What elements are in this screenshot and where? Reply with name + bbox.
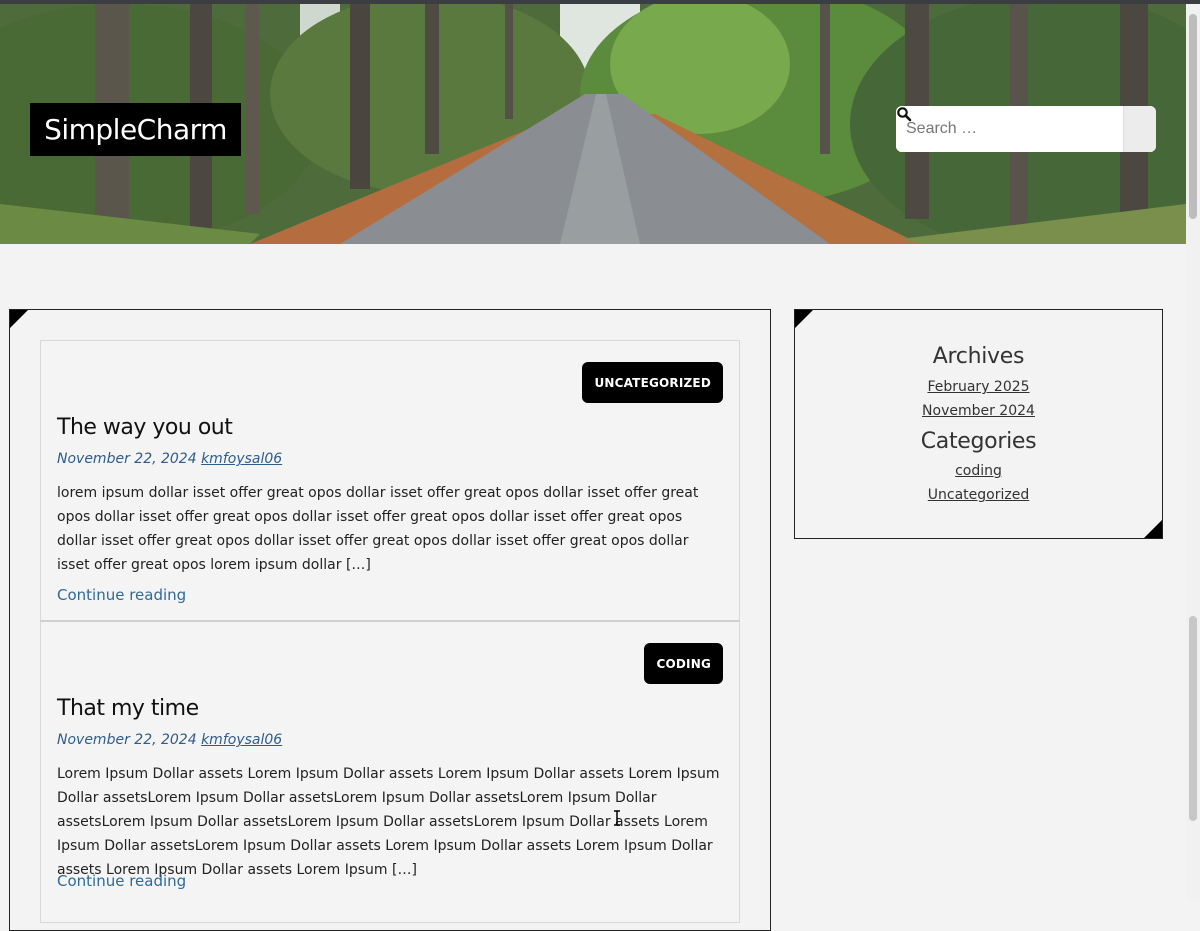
post-excerpt: lorem ipsum dollar isset offer great opo… [57, 485, 699, 573]
category-badge[interactable]: UNCATEGORIZED [582, 362, 723, 403]
post-title[interactable]: The way you out [57, 415, 233, 440]
archive-link[interactable]: November 2024 [795, 403, 1162, 419]
post-meta: November 22, 2024 kmfoysal06 [57, 451, 282, 467]
post-author[interactable]: kmfoysal06 [201, 451, 282, 467]
post-card: CODING That my time November 22, 2024 km… [40, 620, 740, 923]
continue-reading-link[interactable]: Continue reading [57, 586, 186, 604]
search-input[interactable] [896, 106, 1123, 152]
category-link[interactable]: coding [795, 463, 1162, 479]
search-button[interactable] [897, 106, 1156, 152]
post-date[interactable]: November 22, 2024 [57, 451, 197, 467]
corner-decoration [795, 310, 813, 328]
category-badge[interactable]: CODING [644, 643, 723, 684]
text-cursor-icon [614, 810, 620, 826]
categories-heading: Categories [920, 429, 1037, 454]
posts-container: UNCATEGORIZED The way you out November 2… [9, 309, 771, 931]
site-title-link[interactable]: SimpleCharm [44, 113, 227, 146]
category-link[interactable]: Uncategorized [795, 487, 1162, 503]
post-date[interactable]: November 22, 2024 [57, 732, 197, 748]
post-card: UNCATEGORIZED The way you out November 2… [40, 340, 740, 622]
site-header: SimpleCharm [0, 4, 1186, 244]
archives-heading: Archives [932, 344, 1025, 369]
scrollbar-thumb[interactable] [1189, 14, 1197, 219]
post-title[interactable]: That my time [57, 696, 199, 721]
post-meta: November 22, 2024 kmfoysal06 [57, 732, 282, 748]
post-author[interactable]: kmfoysal06 [201, 732, 282, 748]
site-title-box: SimpleCharm [30, 103, 241, 156]
search-icon [897, 107, 912, 122]
corner-decoration [1144, 520, 1162, 538]
archive-link[interactable]: February 2025 [795, 379, 1162, 395]
continue-reading-link[interactable]: Continue reading [57, 872, 186, 890]
scrollbar-thumb[interactable] [1189, 616, 1197, 821]
corner-decoration [10, 310, 28, 328]
post-excerpt: Lorem Ipsum Dollar assets Lorem Ipsum Do… [57, 766, 720, 878]
sidebar: Archives February 2025 November 2024 Cat… [794, 309, 1163, 539]
scrollbar[interactable] [1186, 4, 1200, 900]
search-form [896, 106, 1156, 152]
